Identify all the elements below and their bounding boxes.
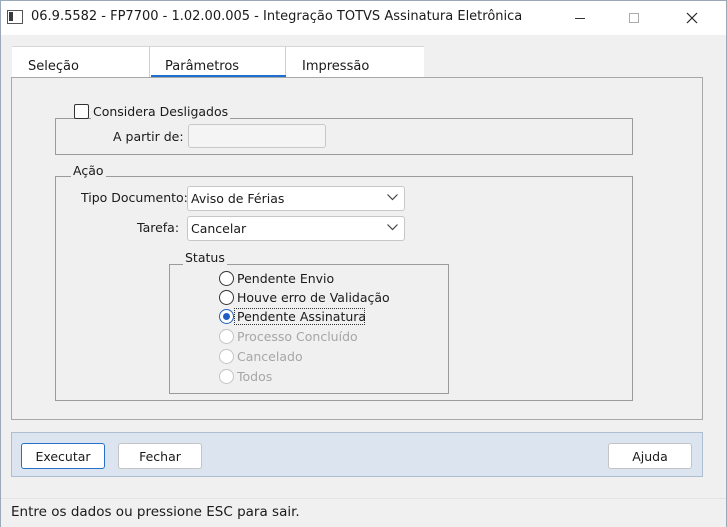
window-title: 06.9.5582 - FP7700 - 1.02.00.005 - Integ… bbox=[31, 9, 523, 24]
app-window: 06.9.5582 - FP7700 - 1.02.00.005 - Integ… bbox=[0, 0, 727, 527]
radio-pendente-assinatura-label: Pendente Assinatura bbox=[237, 309, 367, 324]
status-title: Status bbox=[183, 250, 227, 265]
parametros-panel: Considera Desligados A partir de: Ação T… bbox=[11, 77, 703, 420]
acao-title: Ação bbox=[71, 163, 106, 178]
considera-desligados-label: Considera Desligados bbox=[91, 104, 231, 119]
radio-cancelado-label: Cancelado bbox=[237, 349, 303, 364]
tipo-documento-select[interactable]: Aviso de Férias bbox=[187, 186, 405, 211]
tarefa-label: Tarefa: bbox=[137, 220, 180, 235]
radio-houve-erro-validacao[interactable] bbox=[219, 290, 234, 305]
tab-impressao-label: Impressão bbox=[302, 59, 370, 74]
radio-houve-erro-validacao-label: Houve erro de Validação bbox=[237, 290, 390, 305]
tab-impressao[interactable]: Impressão bbox=[286, 46, 424, 78]
tipo-documento-value: Aviso de Férias bbox=[191, 191, 285, 206]
ajuda-button[interactable]: Ajuda bbox=[608, 443, 692, 469]
tab-parametros[interactable]: Parâmetros bbox=[149, 46, 287, 79]
considera-desligados-checkbox[interactable] bbox=[74, 104, 89, 119]
button-bar: Executar Fechar Ajuda bbox=[11, 432, 703, 477]
radio-pendente-assinatura[interactable] bbox=[219, 309, 234, 324]
tab-selecao[interactable]: Seleção bbox=[12, 46, 149, 78]
radio-pendente-envio[interactable] bbox=[219, 271, 234, 286]
tab-strip: Seleção Parâmetros Impressão bbox=[12, 46, 424, 79]
maximize-icon bbox=[629, 13, 639, 23]
close-icon bbox=[686, 12, 698, 24]
tab-parametros-label: Parâmetros bbox=[165, 59, 240, 74]
status-bar: Entre os dados ou pressione ESC para sai… bbox=[1, 498, 726, 527]
radio-cancelado bbox=[219, 349, 234, 364]
close-button[interactable] bbox=[669, 1, 715, 35]
status-message: Entre os dados ou pressione ESC para sai… bbox=[11, 504, 300, 520]
chevron-down-icon bbox=[387, 194, 398, 201]
radio-todos-label: Todos bbox=[237, 369, 273, 384]
app-window-icon bbox=[7, 10, 23, 24]
tarefa-select[interactable]: Cancelar bbox=[187, 216, 405, 241]
tipo-documento-label: Tipo Documento: bbox=[81, 190, 188, 205]
chevron-down-icon bbox=[387, 224, 398, 231]
minimize-icon bbox=[575, 17, 585, 19]
radio-todos bbox=[219, 369, 234, 384]
maximize-button[interactable] bbox=[611, 1, 657, 35]
executar-button[interactable]: Executar bbox=[21, 443, 105, 469]
radio-pendente-envio-label: Pendente Envio bbox=[237, 271, 335, 286]
tab-selecao-label: Seleção bbox=[28, 59, 79, 74]
tarefa-value: Cancelar bbox=[191, 221, 247, 236]
a-partir-input[interactable] bbox=[188, 124, 326, 148]
fechar-button[interactable]: Fechar bbox=[118, 443, 202, 469]
minimize-button[interactable] bbox=[557, 1, 603, 35]
a-partir-label: A partir de: bbox=[113, 129, 184, 144]
radio-processo-concluido-label: Processo Concluído bbox=[237, 329, 358, 344]
title-bar[interactable]: 06.9.5582 - FP7700 - 1.02.00.005 - Integ… bbox=[1, 1, 726, 35]
radio-processo-concluido bbox=[219, 329, 234, 344]
